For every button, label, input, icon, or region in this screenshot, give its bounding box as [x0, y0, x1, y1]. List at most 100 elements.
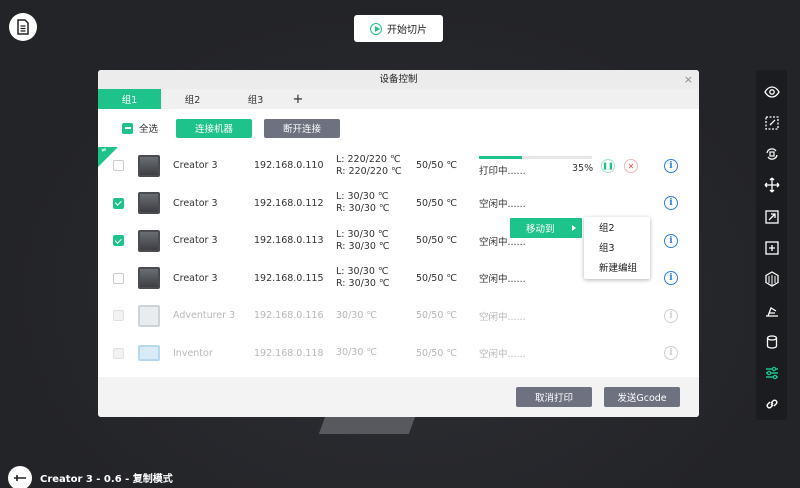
device-row[interactable]: Creator 3 192.168.0.112 L: 30/30 ℃ R: 30/…: [98, 185, 699, 222]
device-ip: 192.168.0.115: [254, 272, 324, 284]
group-tabs: 组1 组2 组3 +: [98, 89, 699, 109]
stop-icon[interactable]: ✕: [624, 159, 638, 173]
play-icon: [370, 22, 382, 35]
print-progress-bar: [479, 156, 592, 159]
submenu-item-group-3[interactable]: 组3: [584, 240, 650, 260]
printer-thumbnail: [138, 267, 160, 289]
device-ip: 192.168.0.113: [254, 235, 324, 246]
device-state: 空闲中......: [479, 311, 526, 323]
start-slice-button[interactable]: 开始切片: [354, 15, 443, 42]
printer-thumbnail: [138, 154, 160, 177]
cylinder-icon[interactable]: [756, 326, 787, 357]
device-checkbox: [113, 310, 124, 321]
info-icon[interactable]: i: [664, 196, 678, 210]
select-all-label: 全选: [139, 124, 159, 135]
tab-group-1[interactable]: 组1: [98, 89, 161, 109]
tab-group-2[interactable]: 组2: [161, 89, 224, 109]
link-icon[interactable]: [756, 389, 787, 420]
bed-temp: 50/50 ℃: [416, 272, 458, 284]
add-tab-button[interactable]: +: [287, 89, 309, 109]
info-icon[interactable]: i: [664, 158, 678, 173]
printer-thumbnail: [138, 304, 160, 327]
pause-icon[interactable]: ❚❚: [601, 159, 615, 173]
move-to-submenu: 组2 组3 新建编组: [584, 217, 650, 279]
right-toolbar: [756, 70, 787, 420]
printer-thumbnail: [138, 229, 160, 252]
submenu-item-new-group[interactable]: 新建编组: [584, 260, 650, 280]
nozzle-temp: L: 220/220 ℃ R: 220/220 ℃: [336, 153, 402, 177]
nozzle-temp: L: 30/30 ℃ R: 30/30 ℃: [336, 191, 390, 214]
support-icon[interactable]: [756, 295, 787, 326]
device-ip: 192.168.0.116: [254, 310, 324, 321]
device-row: Inventor 192.168.0.118 30/30 ℃ 50/50 ℃ 空…: [98, 335, 699, 372]
device-name: Creator 3: [173, 160, 218, 171]
select-icon[interactable]: [756, 107, 787, 138]
device-checkbox[interactable]: [113, 235, 124, 246]
device-name: Creator 3: [173, 272, 218, 284]
status-text: Creator 3 - 0.6 - 复制模式: [40, 474, 173, 485]
tab-group-3[interactable]: 组3: [224, 89, 287, 109]
start-slice-label: 开始切片: [387, 25, 427, 36]
progress-percent: 35%: [572, 163, 594, 174]
close-icon[interactable]: ×: [684, 70, 693, 89]
settings-sliders-icon[interactable]: [756, 357, 787, 388]
device-ip: 192.168.0.110: [254, 160, 324, 171]
select-all-checkbox[interactable]: 全选: [122, 121, 158, 135]
printer-thumbnail: [138, 192, 160, 214]
device-checkbox[interactable]: [113, 160, 124, 171]
nozzle-temp: 30/30 ℃: [336, 309, 378, 321]
printer-thumbnail: [138, 345, 160, 361]
dialog-title: 设备控制: [379, 74, 418, 85]
infill-icon[interactable]: [756, 264, 787, 295]
device-row: Adventurer 3 192.168.0.116 30/30 ℃ 50/50…: [98, 297, 699, 334]
add-icon[interactable]: [756, 232, 787, 263]
document-icon: [17, 19, 29, 35]
submenu-item-group-2[interactable]: 组2: [584, 220, 650, 240]
device-checkbox[interactable]: [113, 197, 124, 209]
cancel-print-button[interactable]: 取消打印: [516, 387, 592, 407]
progress-fill: [479, 156, 522, 159]
bed-temp: 50/50 ℃: [416, 160, 458, 171]
info-icon[interactable]: i: [664, 271, 678, 285]
bed-temp: 50/50 ℃: [416, 235, 458, 246]
nozzle-temp: L: 30/30 ℃ R: 30/30 ℃: [336, 266, 390, 289]
device-name: Creator 3: [173, 235, 218, 246]
bed-temp: 50/50 ℃: [416, 310, 458, 321]
move-icon[interactable]: [756, 170, 787, 201]
info-icon: i: [664, 346, 678, 360]
move-to-label: 移动到: [526, 224, 555, 235]
scale-icon[interactable]: [756, 201, 787, 232]
device-state: 空闲中......: [479, 274, 526, 285]
file-button[interactable]: [9, 13, 37, 41]
device-checkbox: [113, 347, 124, 359]
connect-button[interactable]: 连接机器: [176, 118, 253, 138]
device-ip: 192.168.0.112: [254, 197, 324, 209]
device-name: Creator 3: [173, 197, 218, 209]
device-state: 空闲中......: [479, 349, 526, 360]
device-state: 空闲中......: [479, 199, 526, 210]
device-state: 打印中......: [479, 166, 526, 177]
disconnect-button[interactable]: 断开连接: [264, 118, 341, 138]
eye-icon[interactable]: [756, 76, 787, 107]
dialog-footer: 取消打印 发送Gcode: [98, 377, 699, 417]
rotate-icon[interactable]: [756, 139, 787, 170]
bed-temp: 50/50 ℃: [416, 347, 458, 359]
send-gcode-button[interactable]: 发送Gcode: [604, 387, 680, 407]
bed-temp: 50/50 ℃: [416, 197, 458, 209]
submenu-arrow-icon: [572, 225, 576, 231]
device-name: Inventor: [173, 347, 213, 359]
nozzle-temp: 30/30 ℃: [336, 347, 378, 358]
device-ip: 192.168.0.118: [254, 347, 324, 359]
device-row[interactable]: ≠ Creator 3 192.168.0.110 L: 220/220 ℃ R:…: [98, 146, 699, 184]
device-checkbox[interactable]: [113, 272, 124, 284]
action-bar: 全选 连接机器 断开连接: [98, 109, 699, 147]
move-to-menu-item[interactable]: 移动到: [510, 218, 582, 238]
nozzle-temp: L: 30/30 ℃ R: 30/30 ℃: [336, 228, 390, 252]
printer-icon: [8, 465, 32, 488]
dialog-title-bar: 设备控制 ×: [98, 70, 699, 89]
device-name: Adventurer 3: [173, 310, 236, 321]
select-all-box[interactable]: [122, 122, 133, 134]
info-icon: i: [664, 308, 678, 323]
info-icon[interactable]: i: [664, 233, 678, 248]
status-bar: Creator 3 - 0.6 - 复制模式: [8, 465, 173, 488]
